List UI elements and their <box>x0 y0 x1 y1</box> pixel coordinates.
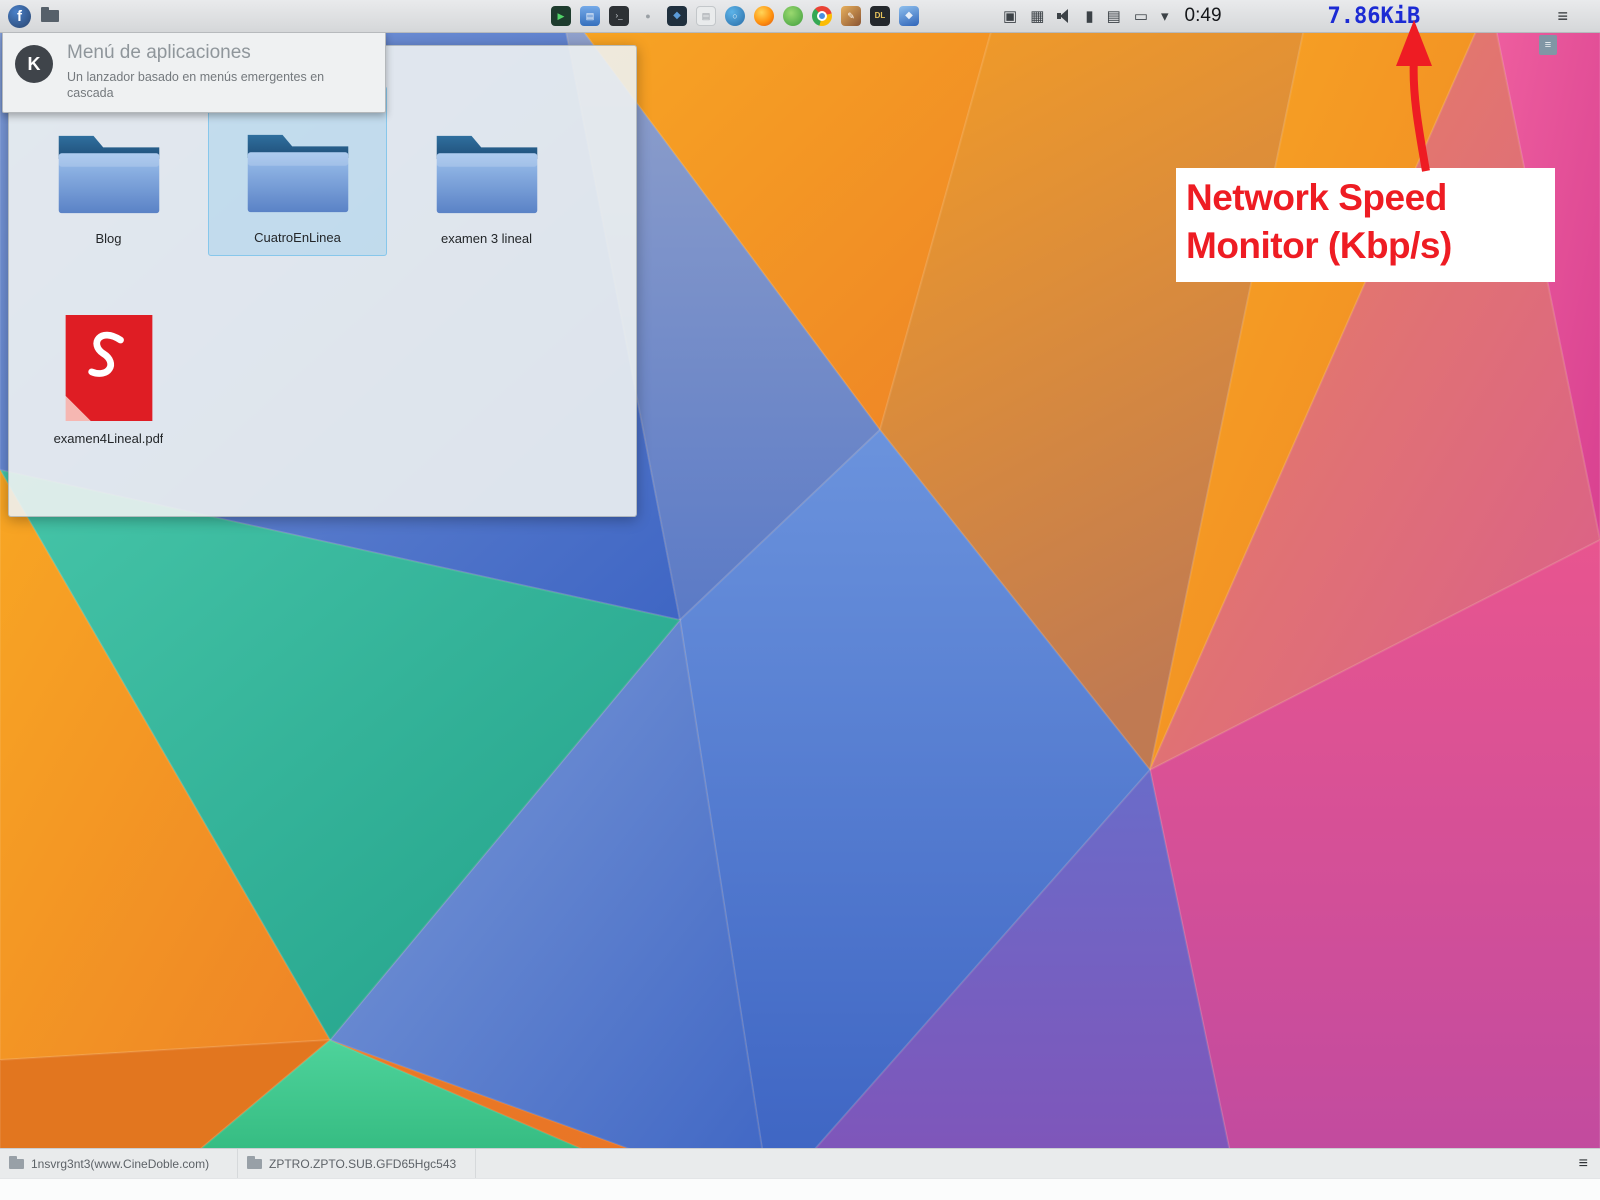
folder-icon <box>429 128 545 221</box>
folder-icon <box>240 127 356 220</box>
chevron-down-icon[interactable]: ▾ <box>1161 9 1169 24</box>
volume-icon[interactable] <box>1057 9 1072 23</box>
annotation-line2: Monitor (Kbp/s) <box>1186 225 1452 267</box>
system-tray: ▣ ▦ ▮ ▤ ▭ ▾ <box>1003 9 1169 24</box>
folder-widget-button[interactable] <box>41 7 59 22</box>
task-window-icon <box>247 1155 262 1169</box>
launcher-tooltip: K Menú de aplicaciones Un lanzador basad… <box>2 31 386 113</box>
kde-logo-letter: K <box>27 53 41 74</box>
volume-speaker-cone <box>1060 9 1069 23</box>
desktop-item-examen4lineal-pdf[interactable]: examen4Lineal.pdf <box>19 286 198 456</box>
handle-lines-icon: ≡ <box>1544 39 1552 51</box>
item-label: Blog <box>95 231 122 246</box>
tooltip-title: Menú de aplicaciones <box>67 42 251 63</box>
app-launcher-button[interactable]: f <box>8 4 31 28</box>
web-browser-icon[interactable]: ○ <box>725 6 745 26</box>
desktop-item-examen3lineal[interactable]: examen 3 lineal <box>397 86 576 256</box>
folder-icon <box>51 128 167 221</box>
art-tools-icon[interactable]: ✎ <box>841 6 861 26</box>
folder-icon <box>41 7 59 22</box>
download-app-icon[interactable]: DL <box>870 6 890 26</box>
bottom-panel: 1nsvrg3nt3(www.CineDoble.com) ZPTRO.ZPTO… <box>0 1148 1600 1200</box>
media-tray-icon[interactable]: ▣ <box>1003 9 1017 24</box>
bottom-strip <box>0 1178 1600 1200</box>
leaf-app-icon[interactable] <box>783 6 803 26</box>
notes-icon[interactable]: ▤ <box>696 6 716 26</box>
tooltip-description: Un lanzador basado en menús emergentes e… <box>67 70 325 100</box>
media-player-icon[interactable]: ▶ <box>551 6 571 26</box>
task-button-1[interactable]: 1nsvrg3nt3(www.CineDoble.com) <box>0 1149 238 1178</box>
annotation-arrow-icon <box>1396 20 1432 172</box>
top-panel: f ▶ ▤ ›_ ● ◆ ▤ ○ ✎ DL ◆ ▣ ▦ ▮ ▤ ▭ ▾ 0:49… <box>0 0 1600 33</box>
panel-app-launchers: ▶ ▤ ›_ ● ◆ ▤ ○ ✎ DL ◆ <box>551 6 919 26</box>
file-manager-icon[interactable]: ▤ <box>580 6 600 26</box>
item-label: CuatroEnLinea <box>254 230 341 245</box>
tooltip-text: Menú de aplicaciones Un lanzador basado … <box>67 42 362 102</box>
hamburger-menu-icon[interactable]: ≡ <box>1557 7 1568 25</box>
task-window-icon <box>9 1155 24 1169</box>
device-notifier-icon[interactable]: ▮ <box>1085 9 1093 24</box>
task-button-2[interactable]: ZPTRO.ZPTO.SUB.GFD65Hgc543 <box>238 1149 476 1178</box>
clock[interactable]: 0:49 <box>1185 5 1222 27</box>
app-launcher-icon: f <box>17 7 22 25</box>
kde-logo-icon: K <box>15 45 53 83</box>
desktop: f ▶ ▤ ›_ ● ◆ ▤ ○ ✎ DL ◆ ▣ ▦ ▮ ▤ ▭ ▾ 0:49… <box>0 0 1600 1200</box>
annotation-line1: Network Speed <box>1186 177 1447 218</box>
package-icon[interactable]: ◆ <box>667 6 687 26</box>
firefox-icon[interactable] <box>754 6 774 26</box>
clipboard-icon[interactable]: ▤ <box>1107 9 1121 24</box>
taskbar-menu-icon[interactable]: ≡ <box>1579 1155 1600 1173</box>
annotation-label: Network Speed Monitor (Kbp/s) <box>1176 168 1555 283</box>
cube-app-icon[interactable]: ◆ <box>899 6 919 26</box>
item-label: examen 3 lineal <box>440 231 533 246</box>
taskbar: 1nsvrg3nt3(www.CineDoble.com) ZPTRO.ZPTO… <box>0 1148 1600 1178</box>
item-label: examen4Lineal.pdf <box>53 431 164 446</box>
task-label: 1nsvrg3nt3(www.CineDoble.com) <box>31 1156 210 1171</box>
task-label: ZPTRO.ZPTO.SUB.GFD65Hgc543 <box>269 1156 457 1171</box>
terminal-icon[interactable]: ›_ <box>609 6 629 26</box>
folder-view-popup: Blog CuatroEnLinea examen 3 lineal exame… <box>8 45 637 517</box>
panel-handle[interactable]: ≡ <box>1539 35 1557 55</box>
grid-tray-icon[interactable]: ▦ <box>1030 9 1044 24</box>
chrome-icon[interactable] <box>812 6 832 26</box>
pdf-icon <box>65 315 153 421</box>
dot-icon[interactable]: ● <box>638 6 658 26</box>
display-icon[interactable]: ▭ <box>1134 9 1148 24</box>
